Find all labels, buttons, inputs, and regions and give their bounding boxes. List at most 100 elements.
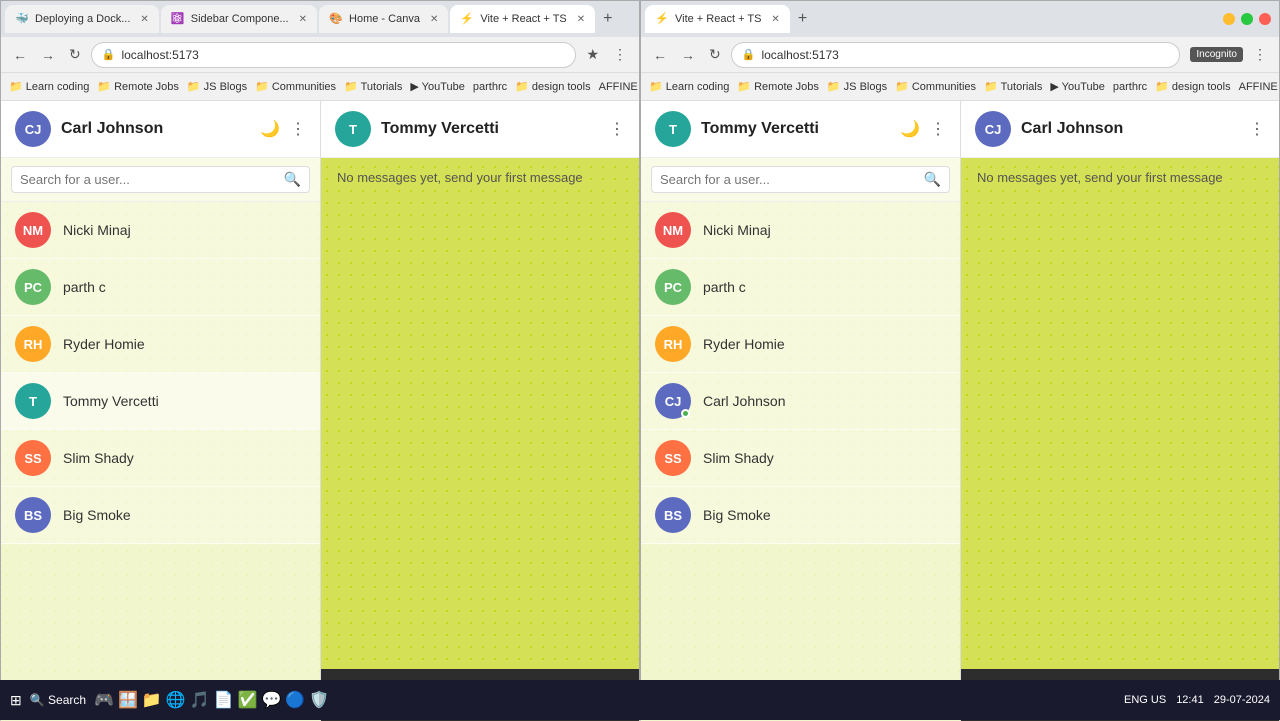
right-search-input[interactable] [660,172,918,187]
taskbar-app-7[interactable]: ✅ [238,690,258,710]
right-chat-avatar: CJ [975,111,1011,147]
left-header-icons: 🌙 ⋮ [260,119,306,139]
bookmark-youtube-right[interactable]: ▶ YouTube [1050,80,1105,93]
right-contact-ryder[interactable]: RH Ryder Homie [641,316,960,373]
right-contact-parth[interactable]: PC parth c [641,259,960,316]
bookmark-affine-left[interactable]: AFFINE [599,81,638,93]
right-url: localhost:5173 [761,48,838,62]
tab-close-vite-left[interactable]: ✕ [577,14,585,25]
moon-icon-chat-left[interactable]: ⋮ [609,119,625,139]
moon-icon-left[interactable]: 🌙 [260,119,280,139]
tab-close-deploying[interactable]: ✕ [140,14,148,25]
left-contact-name-nicki: Nicki Minaj [63,222,131,238]
taskbar-app-2[interactable]: 🪟 [118,690,138,710]
reload-btn-right[interactable]: ↻ [705,44,725,65]
right-contact-bigsmoke[interactable]: BS Big Smoke [641,487,960,544]
bookmark-learn-coding-left[interactable]: 📁 Learn coding [9,80,89,93]
left-chat-user-name: Tommy Vercetti [381,120,599,138]
taskbar-app-5[interactable]: 🎵 [190,690,210,710]
bookmark-communities-left[interactable]: 📁 Communities [255,80,336,93]
right-contact-slim[interactable]: SS Slim Shady [641,430,960,487]
right-search-row: 🔍 [641,158,960,202]
left-contact-name-tommy: Tommy Vercetti [63,393,159,409]
right-contact-carl[interactable]: CJ Carl Johnson [641,373,960,430]
bookmark-parthrc-left[interactable]: parthrc [473,81,507,93]
minimize-btn-right[interactable] [1223,13,1235,25]
tab-vite-right[interactable]: ⚡ Vite + React + TS ✕ [645,5,790,33]
bookmark-js-blogs-right[interactable]: 📁 JS Blogs [827,80,887,93]
left-tab-bar: 🐳 Deploying a Dock... ✕ ⚛️ Sidebar Compo… [1,1,639,37]
bookmark-remote-jobs-left[interactable]: 📁 Remote Jobs [97,80,179,93]
tab-sidebar[interactable]: ⚛️ Sidebar Compone... ✕ [161,5,317,33]
back-btn-right[interactable]: ← [649,45,671,65]
right-avatar-carl: CJ [655,383,691,419]
bookmark-parthrc-right[interactable]: parthrc [1113,81,1147,93]
tab-close-canva[interactable]: ✕ [430,14,438,25]
left-chat-avatar: T [335,111,371,147]
close-btn-right[interactable] [1259,13,1271,25]
new-tab-button-left[interactable]: + [597,10,618,28]
more-btn-left[interactable]: ⋮ [609,44,631,65]
bookmark-btn-left[interactable]: ★ [582,44,603,65]
left-contact-slim[interactable]: SS Slim Shady [1,430,320,487]
left-contact-nicki[interactable]: NM Nicki Minaj [1,202,320,259]
left-bookmarks-bar: 📁 Learn coding 📁 Remote Jobs 📁 JS Blogs … [1,73,639,101]
taskbar-app-3[interactable]: 📁 [142,690,162,710]
taskbar-right: ENG US 12:41 29-07-2024 [1124,694,1270,706]
left-address-bar-row: ← → ↻ 🔒 localhost:5173 ★ ⋮ [1,37,639,73]
forward-btn-left[interactable]: → [37,45,59,65]
more-icon-left[interactable]: ⋮ [290,119,306,139]
left-address-bar[interactable]: 🔒 localhost:5173 [91,42,577,68]
tab-canva[interactable]: 🎨 Home - Canva ✕ [319,5,448,33]
left-contact-tommy[interactable]: T Tommy Vercetti [1,373,320,430]
start-icon[interactable]: ⊞ [10,692,22,709]
reload-btn-left[interactable]: ↻ [65,44,85,65]
bookmark-tutorials-right[interactable]: 📁 Tutorials [984,80,1042,93]
left-sidebar-header: CJ Carl Johnson 🌙 ⋮ [1,101,320,158]
maximize-btn-right[interactable] [1241,13,1253,25]
left-contact-bigsmoke[interactable]: BS Big Smoke [1,487,320,544]
tab-vite-left[interactable]: ⚡ Vite + React + TS ✕ [450,5,595,33]
taskbar-app-9[interactable]: 🔵 [285,690,305,710]
bookmark-design-tools-left[interactable]: 📁 design tools [515,80,590,93]
left-search-input[interactable] [20,172,278,187]
tab-deploying[interactable]: 🐳 Deploying a Dock... ✕ [5,5,159,33]
bookmark-tutorials-left[interactable]: 📁 Tutorials [344,80,402,93]
taskbar-app-10[interactable]: 🛡️ [309,690,329,710]
right-address-bar[interactable]: 🔒 localhost:5173 [731,42,1181,68]
tab-favicon-vite-right: ⚡ [655,12,669,26]
moon-icon-right[interactable]: 🌙 [900,119,920,139]
bookmark-learn-coding-right[interactable]: 📁 Learn coding [649,80,729,93]
right-search-icon[interactable]: 🔍 [924,171,941,188]
left-empty-message: No messages yet, send your first message [337,170,583,185]
right-contact-nicki[interactable]: NM Nicki Minaj [641,202,960,259]
more-icon-right[interactable]: ⋮ [930,119,946,139]
left-url: localhost:5173 [121,48,198,62]
left-contact-parth[interactable]: PC parth c [1,259,320,316]
taskbar-app-8[interactable]: 💬 [261,690,281,710]
tab-close-vite-right[interactable]: ✕ [771,14,779,25]
forward-btn-right[interactable]: → [677,45,699,65]
left-current-user-avatar: CJ [15,111,51,147]
left-search-icon[interactable]: 🔍 [284,171,301,188]
taskbar-app-1[interactable]: 🎮 [94,690,114,710]
tab-favicon-vite-left: ⚡ [460,12,474,26]
search-taskbar[interactable]: 🔍 Search [30,693,86,707]
tab-close-sidebar[interactable]: ✕ [299,14,307,25]
bookmark-design-tools-right[interactable]: 📁 design tools [1155,80,1230,93]
bookmark-remote-jobs-right[interactable]: 📁 Remote Jobs [737,80,819,93]
more-btn-right[interactable]: ⋮ [1249,44,1271,65]
bookmark-affine-right[interactable]: AFFINE [1239,81,1278,93]
taskbar-app-4[interactable]: 🌐 [166,690,186,710]
left-contact-ryder[interactable]: RH Ryder Homie [1,316,320,373]
more-icon-chat-right[interactable]: ⋮ [1249,119,1265,139]
bookmark-communities-right[interactable]: 📁 Communities [895,80,976,93]
bookmark-js-blogs-left[interactable]: 📁 JS Blogs [187,80,247,93]
new-tab-button-right[interactable]: + [792,10,813,28]
bookmark-youtube-left[interactable]: ▶ YouTube [410,80,465,93]
taskbar-app-6[interactable]: 📄 [214,690,234,710]
right-chat-header-icons: ⋮ [1249,119,1265,139]
tab-favicon-sidebar: ⚛️ [171,12,185,26]
right-browser: ⚡ Vite + React + TS ✕ + ← → ↻ 🔒 localhos… [640,0,1280,720]
back-btn-left[interactable]: ← [9,45,31,65]
